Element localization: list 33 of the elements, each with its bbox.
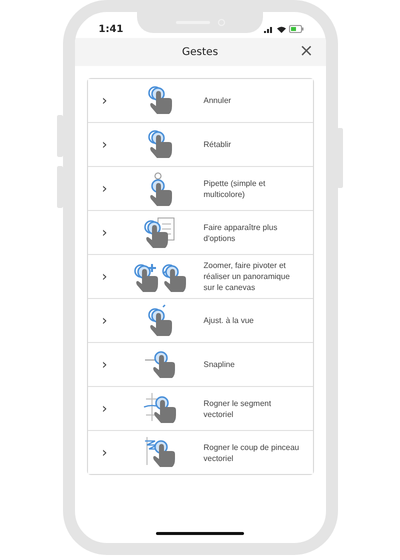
expand-button[interactable]: ›	[94, 444, 116, 460]
gesture-drawing	[144, 436, 175, 469]
expand-button[interactable]: ›	[94, 136, 116, 152]
expand-button[interactable]: ›	[94, 312, 116, 328]
expand-button[interactable]: ›	[94, 224, 116, 240]
expand-button[interactable]: ›	[94, 92, 116, 108]
gesture-label: Rogner le coup de pinceau vectoriel	[204, 442, 300, 464]
close-button[interactable]: ×	[297, 41, 316, 61]
gesture-label: Snapline	[204, 359, 236, 370]
gesture-row[interactable]: › Annuler	[88, 79, 312, 123]
gesture-drawing	[144, 350, 175, 378]
expand-button[interactable]: ›	[94, 400, 116, 416]
expand-button[interactable]: ›	[94, 180, 116, 196]
gesture-label: Faire apparaître plus d'options	[204, 222, 278, 244]
gesture-label: Rétablir	[204, 139, 232, 150]
gesture-label: Annuler	[204, 95, 232, 106]
battery-icon	[288, 25, 304, 33]
gesture-drawing	[148, 304, 172, 337]
gesture-drawing	[143, 392, 176, 425]
expand-button[interactable]: ›	[94, 268, 116, 284]
wifi-icon	[276, 26, 286, 32]
gesture-drawing	[148, 172, 172, 206]
gesture-label: Ajust. à la vue	[204, 315, 255, 326]
gesture-drawing	[148, 86, 172, 115]
gesture-drawing	[148, 130, 172, 159]
signal-icon	[264, 26, 274, 32]
expand-button[interactable]: ›	[94, 356, 116, 372]
header-title: Gestes	[182, 46, 218, 58]
gesture-label: Zoomer, faire pivoter et réaliser un panoramique sur le canevas	[204, 260, 291, 293]
status-time: 1:41	[98, 24, 124, 34]
gesture-label: Rogner le segment vectoriel	[204, 398, 272, 420]
gesture-drawing	[144, 216, 175, 248]
gesture-label: Pipette (simple et multicolore)	[204, 178, 266, 200]
